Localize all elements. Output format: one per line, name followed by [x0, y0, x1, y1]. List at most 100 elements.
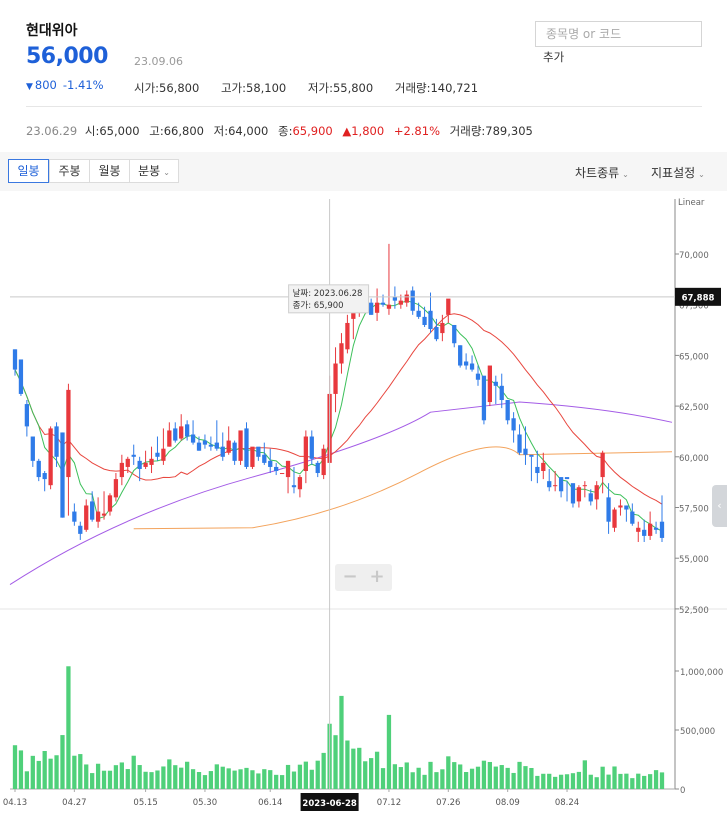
volume-bar [588, 774, 593, 789]
low-label: 저가 [307, 81, 330, 95]
candle-body [570, 483, 576, 504]
tooltip-date: 날짜: 2023.06.28 [293, 288, 363, 299]
chart-area[interactable]: 70,000 67,500 65,000 62,500 60,000 57,500 55,0… [0, 191, 727, 820]
candle-body [250, 446, 255, 467]
hover-high: 66,800 [163, 124, 204, 138]
volume-bar [541, 773, 546, 789]
volume-bar [119, 762, 124, 789]
candle-body [143, 462, 148, 467]
volume-bar [238, 769, 243, 789]
candle-body [30, 436, 35, 461]
chart-type-menu[interactable]: 차트종류 ⌄ [575, 164, 629, 181]
candle-body [369, 302, 374, 315]
volume-bar [380, 768, 386, 789]
volume-bar [398, 767, 403, 789]
candle-body [642, 529, 647, 536]
volume-bar [202, 775, 208, 789]
candle-body [202, 440, 208, 445]
stock-search-box[interactable] [535, 21, 702, 47]
y-tick-label: 57,500 [679, 505, 709, 515]
indicator-settings-menu[interactable]: 지표설정 ⌄ [651, 164, 705, 181]
volume-bar [232, 770, 237, 789]
volume-tick-label: 1,000,000 [680, 668, 723, 678]
candle-body [624, 505, 629, 510]
candle-body [630, 511, 635, 524]
price-chart-svg[interactable]: 70,00067,50065,00062,50060,00057,50055,0… [0, 191, 727, 820]
volume-bar [487, 761, 492, 789]
y-tick-label: 55,000 [679, 555, 709, 565]
candle-body [12, 349, 18, 370]
volume-bar [262, 769, 267, 789]
candle-body [24, 404, 30, 427]
candle-body [84, 505, 89, 530]
candle-body [600, 452, 605, 478]
add-button[interactable]: 추가 [543, 49, 564, 65]
candle-body [238, 430, 243, 461]
crosshair-price-label: 67,888 [682, 293, 715, 303]
volume-bar [570, 773, 576, 789]
stock-search-input[interactable] [536, 22, 701, 46]
volume-bar [564, 774, 570, 789]
candle-body [54, 426, 59, 457]
volume-bar [18, 750, 24, 789]
volume-bar [440, 769, 445, 789]
volume-bar [357, 747, 362, 789]
hover-low-label: 저 [213, 124, 225, 138]
candle-body [161, 448, 166, 461]
volume-bar [220, 766, 225, 789]
candle-body [618, 505, 623, 508]
hover-change-amount: 1,800 [351, 124, 385, 138]
candle-body [297, 477, 303, 490]
tab-monthly[interactable]: 월봉 [89, 159, 130, 183]
zoom-out-button[interactable]: − [337, 567, 363, 587]
candle-body [167, 430, 172, 447]
volume-bar [143, 771, 148, 789]
volume-bar [576, 771, 582, 789]
volume-bar [653, 770, 659, 789]
volume-bar [256, 773, 261, 789]
volume-bar [113, 765, 119, 789]
volume-bar [392, 764, 398, 789]
volume-bar [481, 760, 487, 789]
tab-daily[interactable]: 일봉 [8, 159, 49, 183]
change-percent: -1.41% [62, 78, 104, 92]
up-triangle-icon: ▲ [342, 124, 352, 138]
candle-body [458, 345, 463, 366]
volume-bar [78, 754, 83, 789]
candle-body [155, 452, 160, 457]
volume-tick-label: 0 [680, 786, 685, 796]
tab-minute[interactable]: 분봉 ⌄ [129, 159, 179, 183]
volume-bar [309, 769, 314, 789]
candle-body [36, 460, 41, 478]
volume-bar [582, 760, 587, 789]
zoom-control: − + [335, 564, 392, 591]
candle-body [659, 521, 665, 538]
candle-body [422, 316, 427, 325]
volume-bar [630, 778, 635, 789]
side-panel-toggle[interactable]: ‹ [712, 485, 727, 527]
candle-body [196, 442, 202, 451]
candle-body [214, 442, 219, 449]
volume-bar [315, 760, 320, 789]
volume-bar [155, 770, 160, 789]
volume-tick-label: 500,000 [680, 727, 715, 737]
volume-bar [333, 735, 338, 789]
candle-body [101, 513, 107, 516]
volume-bar [303, 761, 308, 789]
volume-bar [208, 771, 214, 789]
tab-weekly[interactable]: 주봉 [49, 159, 90, 183]
candle-body [107, 495, 113, 512]
candle-body [137, 460, 142, 469]
candle-body [380, 302, 386, 305]
open-label: 시가 [134, 81, 156, 95]
volume-bar [279, 775, 285, 789]
hover-day-summary: 23.06.29 시:65,000 고:66,800 저:64,000 종:65… [26, 124, 533, 138]
zoom-in-button[interactable]: + [364, 567, 390, 587]
y-tick-label: 65,000 [679, 352, 709, 362]
volume-bar [558, 774, 564, 789]
volume-bar [369, 758, 374, 789]
tooltip-close: 종가: 65,900 [293, 301, 344, 311]
hover-low: 64,000 [228, 124, 269, 138]
volume-bar [446, 756, 451, 789]
candle-body [125, 458, 130, 467]
